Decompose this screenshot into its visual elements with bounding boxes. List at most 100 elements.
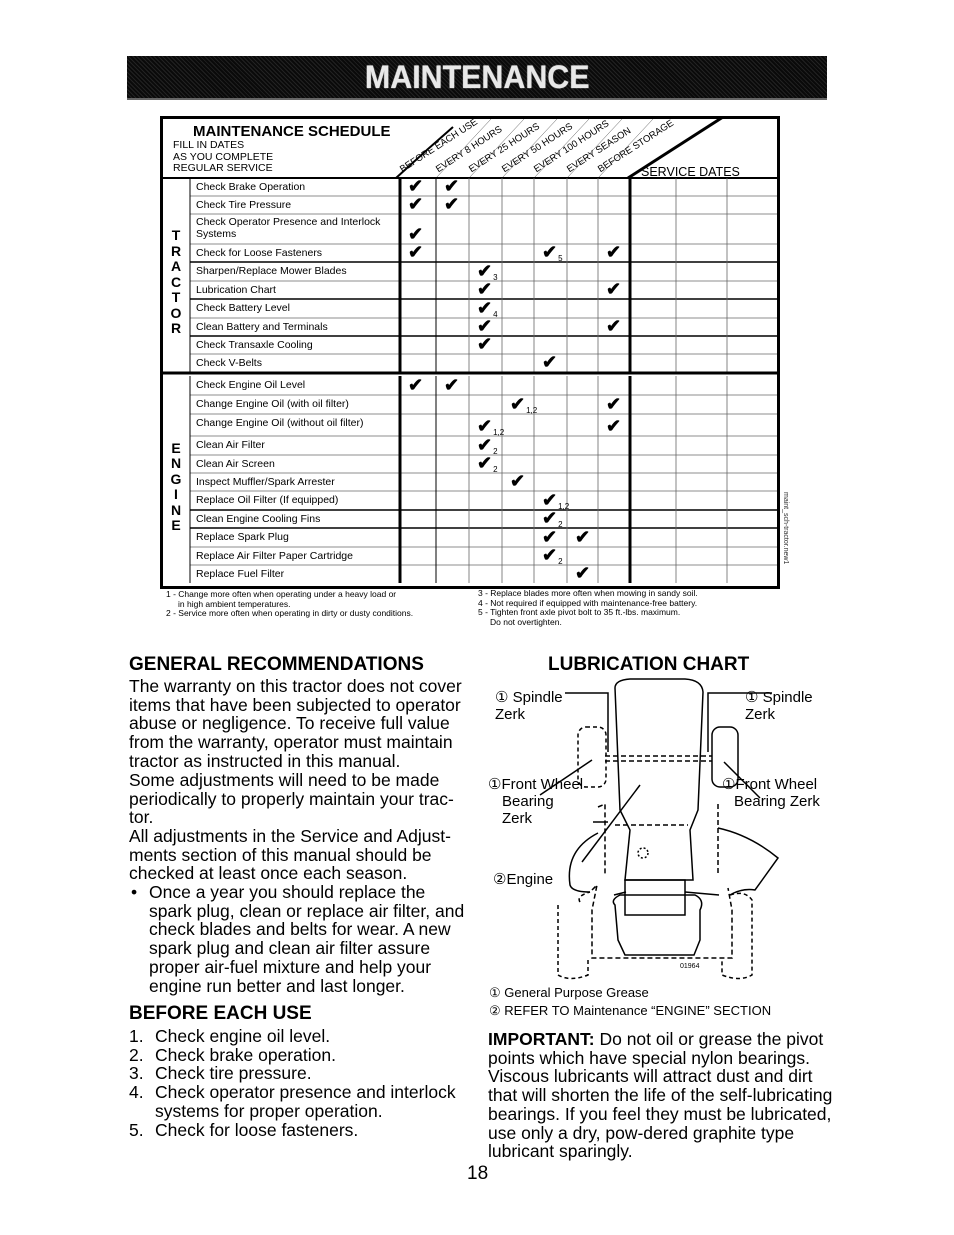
task-label: Inspect Muffler/Spark Arrester (196, 476, 335, 488)
task-label: Clean Air Filter (196, 439, 265, 451)
legend-item: ② REFER TO Maintenance “ENGINE” SECTION (489, 1003, 772, 1018)
check-mark-icon: ✔5 (542, 242, 563, 263)
footnote-ref: 2 (493, 465, 498, 474)
banner-title: MAINTENANCE (364, 58, 590, 95)
label-line: Bearing (502, 793, 554, 810)
footnote-ref: 4 (493, 310, 498, 319)
list-item: 3. Check tire pressure. (129, 1063, 312, 1084)
check-mark-icon: ✔ (444, 194, 460, 214)
check-mark-icon: ✔ (575, 563, 591, 583)
check-mark-icon: ✔ (606, 279, 622, 299)
task-label: Clean Engine Cooling Fins (196, 513, 321, 525)
label-front-wheel-right: ①Front Wheel Bearing Zerk (722, 776, 820, 810)
label-line: Zerk (495, 706, 525, 723)
label-spindle-right: ① Spindle Zerk (745, 689, 813, 723)
before-each-use-list: 1. Check engine oil level. 2. Check brake … (129, 1027, 474, 1139)
check-mark-icon: ✔ (510, 471, 526, 491)
task-label: Replace Fuel Filter (196, 568, 285, 580)
legend-item: ① General Purpose Grease (489, 985, 649, 1000)
subtitle-line: REGULAR SERVICE (173, 162, 273, 174)
task-label: Check Battery Level (196, 302, 290, 314)
important-text: Do not oil or grease the pivot points wh… (488, 1029, 833, 1162)
check-mark-icon: ✔ (606, 242, 622, 262)
general-recommendations-heading: GENERAL RECOMMENDATIONS (129, 654, 424, 675)
task-label: Check Brake Operation (196, 181, 306, 193)
list-item-text: Check for loose fasteners. (155, 1119, 359, 1140)
important-note: IMPORTANT: Do not oil or grease the pivo… (488, 1030, 833, 1161)
general-bullet: • Once a year you should replace the spa… (129, 883, 474, 995)
check-mark-icon: ✔ (408, 375, 424, 395)
task-label: Replace Air Filter Paper Cartridge (196, 550, 353, 562)
task-label: Sharpen/Replace Mower Blades (196, 265, 347, 277)
check-mark-icon: ✔ (542, 527, 558, 547)
task-label: Check V-Belts (196, 357, 262, 369)
task-label: Check Engine Oil Level (196, 379, 306, 391)
label-engine: ②Engine (493, 871, 554, 888)
footnote-ref: 2 (558, 557, 563, 566)
check-mark-icon: ✔ (477, 334, 493, 354)
check-mark-icon: ✔ (408, 194, 424, 214)
check-mark-icon: ✔2 (477, 453, 498, 474)
check-mark-icon: ✔1,2 (510, 394, 538, 415)
task-label: Change Engine Oil (without oil filter) (196, 417, 364, 429)
general-paragraph: All adjustments in the Service and Adjus… (129, 826, 451, 884)
bullet-text: Once a year you should replace the spark… (149, 882, 465, 996)
section-label: TRACTOR (170, 227, 182, 337)
check-mark-icon: ✔2 (542, 545, 563, 566)
schedule-title: MAINTENANCE SCHEDULE (193, 123, 391, 140)
before-each-use-heading: BEFORE EACH USE (129, 1003, 312, 1024)
section-banner: MAINTENANCE (127, 56, 827, 100)
task-label: Replace Spark Plug (196, 531, 289, 543)
figure-id: 01964 (680, 963, 700, 970)
list-item: 5. Check for loose fasteners. (129, 1119, 359, 1140)
list-item-text: Check tire pressure. (155, 1063, 312, 1084)
check-mark-icon: ✔ (606, 394, 622, 414)
label-line: Zerk (502, 810, 532, 827)
task-label: Clean Air Screen (196, 458, 275, 470)
footnote-ref: 2 (558, 520, 563, 529)
check-mark-icon: ✔ (477, 279, 493, 299)
footnote-ref: 5 (558, 254, 563, 263)
task-label: Check Tire Pressure (196, 199, 292, 211)
list-item-text: Check brake operation. (155, 1044, 336, 1065)
check-mark-icon: ✔ (408, 176, 424, 196)
general-paragraph: The warranty on this tractor does not co… (129, 676, 462, 771)
task-label: Lubrication Chart (196, 284, 276, 296)
list-item: 4. Check operator presence and interlock … (129, 1082, 474, 1121)
footnote: Do not overtighten. (490, 616, 562, 627)
label-front-wheel-left: ①Front Wheel Bearing Zerk (488, 776, 583, 827)
label-line: ① Spindle (495, 689, 563, 706)
check-mark-icon: ✔ (606, 316, 622, 336)
general-paragraph: Some adjustments will need to be made pe… (129, 770, 454, 828)
check-mark-icon: ✔ (575, 527, 591, 547)
task-label: Check Transaxle Cooling (196, 339, 313, 351)
check-mark-icon: ✔ (606, 416, 622, 436)
footnote: 2 - Service more often when operating in… (166, 608, 414, 618)
page-number: 18 (467, 1163, 489, 1184)
subtitle-line: FILL IN DATES (173, 139, 245, 151)
label-spindle-left: ① Spindle Zerk (495, 689, 563, 723)
footnotes-right: 3 - Replace blades more often when mowin… (478, 588, 698, 627)
check-mark-icon: ✔ (444, 176, 460, 196)
hood-outline (614, 678, 704, 881)
footnote-ref: 1,2 (526, 406, 538, 415)
label-line: ①Front Wheel (722, 776, 818, 793)
file-id: maint_sch-tractor.new1 (782, 492, 789, 565)
task-label: Change Engine Oil (with oil filter) (196, 398, 349, 410)
label-line: ① Spindle (745, 689, 813, 706)
footnotes-left: 1 - Change more often when operating und… (166, 589, 414, 619)
section-label: ENGINE (170, 439, 182, 534)
check-mark-icon: ✔ (408, 224, 424, 244)
task-label: Clean Battery and Terminals (196, 321, 328, 333)
task-label: Replace Oil Filter (If equipped) (196, 494, 339, 506)
list-item: 2. Check brake operation. (129, 1044, 336, 1065)
maintenance-schedule-table: MAINTENANCE SCHEDULE FILL IN DATES AS YO… (160, 116, 780, 589)
task-label: Check for Loose Fasteners (196, 247, 323, 259)
footnote-ref: 3 (493, 273, 498, 282)
check-mark-icon: ✔ (408, 242, 424, 262)
service-dates-header: SERVICE DATES (641, 165, 740, 179)
schedule-subtitle: FILL IN DATES AS YOU COMPLETE REGULAR SE… (173, 139, 273, 175)
list-item-text: Check operator presence and interlock sy… (155, 1082, 456, 1121)
check-mark-icon: ✔ (477, 316, 493, 336)
list-item: 1. Check engine oil level. (129, 1026, 331, 1046)
